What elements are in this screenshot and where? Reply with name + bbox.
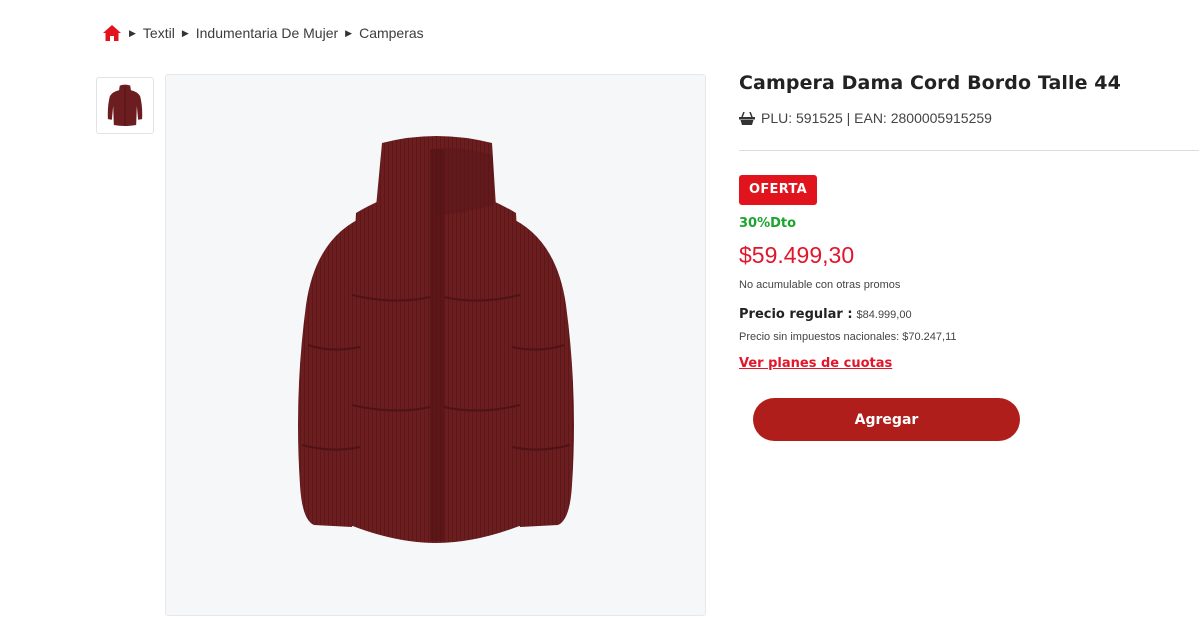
home-icon[interactable] (102, 24, 122, 42)
product-info: Campera Dama Cord Bordo Talle 44 PLU: 59… (739, 72, 1199, 441)
sale-price: $59.499,30 (739, 242, 855, 268)
product-main-image[interactable] (165, 74, 706, 616)
add-to-cart-button[interactable]: Agregar (753, 398, 1020, 441)
caret-right-icon: ▶ (181, 27, 189, 38)
product-thumbnail[interactable] (96, 77, 154, 134)
product-codes: PLU: 591525 | EAN: 2800005915259 (739, 110, 1199, 126)
breadcrumb-item-camperas[interactable]: Camperas (359, 25, 424, 41)
breadcrumb-item-textil[interactable]: Textil (143, 25, 175, 41)
installments-link[interactable]: Ver planes de cuotas (739, 356, 892, 371)
product-codes-text: PLU: 591525 | EAN: 2800005915259 (761, 110, 992, 126)
regular-price-label: Precio regular : (739, 307, 853, 322)
discount-label: 30%Dto (739, 216, 797, 231)
price-without-taxes: Precio sin impuestos nacionales: $70.247… (739, 331, 957, 343)
regular-price: Precio regular : $84.999,00 (739, 305, 912, 322)
caret-right-icon: ▶ (129, 27, 136, 38)
product-title: Campera Dama Cord Bordo Talle 44 (739, 72, 1121, 94)
divider (739, 150, 1199, 151)
no-acumulable-note: No acumulable con otras promos (739, 279, 901, 291)
regular-price-value: $84.999,00 (856, 309, 912, 321)
breadcrumb: ▶ Textil ▶ Indumentaria De Mujer ▶ Campe… (102, 24, 424, 42)
basket-icon (739, 111, 755, 125)
offer-badge: OFERTA (739, 175, 817, 205)
jacket-image (297, 136, 574, 543)
jacket-thumbnail-image (107, 84, 143, 126)
product-page: ▶ Textil ▶ Indumentaria De Mujer ▶ Campe… (0, 0, 1199, 630)
caret-right-icon: ▶ (345, 27, 353, 38)
breadcrumb-item-indumentaria[interactable]: Indumentaria De Mujer (196, 25, 338, 41)
